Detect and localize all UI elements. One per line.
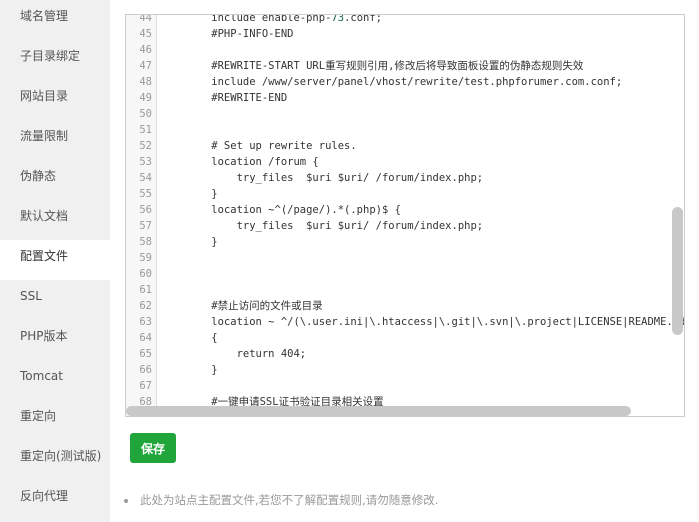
line-text: #REWRITE-END xyxy=(186,92,288,104)
sidebar-item[interactable]: PHP版本 xyxy=(0,320,110,360)
code-line: 59 xyxy=(126,250,684,266)
code-line: 65 return 404; xyxy=(126,346,684,362)
sidebar-item[interactable]: Tomcat xyxy=(0,360,110,400)
code-line: 52 # Set up rewrite rules. xyxy=(126,138,684,154)
line-number: 46 xyxy=(139,44,152,56)
line-number: 49 xyxy=(139,92,152,104)
code-line: 48 include /www/server/panel/vhost/rewri… xyxy=(126,74,684,90)
code-line: 47 #REWRITE-START URL重写规则引用,修改后将导致面板设置的伪… xyxy=(126,58,684,74)
line-text: } xyxy=(186,188,218,200)
sidebar-item[interactable]: SSL xyxy=(0,280,110,320)
line-number: 52 xyxy=(139,140,152,152)
sidebar-item[interactable]: 域名管理 xyxy=(0,0,110,40)
line-number: 48 xyxy=(139,76,152,88)
line-text: # Set up rewrite rules. xyxy=(186,140,357,152)
line-number: 45 xyxy=(139,28,152,40)
line-text: #REWRITE-START URL重写规则引用,修改后将导致面板设置的伪静态规… xyxy=(186,60,584,72)
vertical-scrollbar[interactable] xyxy=(672,207,683,335)
code-line: 64 { xyxy=(126,330,684,346)
code-line: 55 } xyxy=(126,186,684,202)
line-number: 57 xyxy=(139,220,152,232)
note-text: 此处为站点主配置文件,若您不了解配置规则,请勿随意修改. xyxy=(140,493,439,507)
sidebar-item[interactable]: 伪静态 xyxy=(0,160,110,200)
code-line: 62 #禁止访问的文件或目录 xyxy=(126,298,684,314)
line-number: 50 xyxy=(139,108,152,120)
line-text: #PHP-INFO-END xyxy=(186,28,294,40)
sidebar-item[interactable]: 反向代理 xyxy=(0,480,110,520)
line-text: include enable-php-73.conf; xyxy=(186,14,382,24)
sidebar-item[interactable]: 流量限制 xyxy=(0,120,110,160)
code-line: 54 try_files $uri $uri/ /forum/index.php… xyxy=(126,170,684,186)
code-line: 49 #REWRITE-END xyxy=(126,90,684,106)
code-line: 63 location ~ ^/(\.user.ini|\.htaccess|\… xyxy=(126,314,684,330)
line-text: location ~ ^/(\.user.ini|\.htaccess|\.gi… xyxy=(186,316,685,328)
horizontal-scrollbar[interactable] xyxy=(126,406,631,416)
code-line: 50 xyxy=(126,106,684,122)
code-line: 58 } xyxy=(126,234,684,250)
line-text: location /forum { xyxy=(186,156,319,168)
code-line: 53 location /forum { xyxy=(126,154,684,170)
code-line: 51 xyxy=(126,122,684,138)
sidebar: 域名管理 子目录绑定 网站目录 流量限制 伪静态 默认文档 配置文件 SSL PHP版本 Tomc… xyxy=(0,0,110,522)
sidebar-item[interactable]: 重定向(测试版) xyxy=(0,440,110,480)
config-editor[interactable]: 44 include enable-php-73.conf; 45 #PHP-IN… xyxy=(125,14,685,417)
code-line: 46 xyxy=(126,42,684,58)
code-line: 57 try_files $uri $uri/ /forum/index.php… xyxy=(126,218,684,234)
line-text: return 404; xyxy=(186,348,307,360)
line-number: 51 xyxy=(139,124,152,136)
line-number: 67 xyxy=(139,380,152,392)
line-text: try_files $uri $uri/ /forum/index.php; xyxy=(186,220,484,232)
line-number: 65 xyxy=(139,348,152,360)
line-text: { xyxy=(186,332,218,344)
line-text: location ~^(/page/).*(.php)$ { xyxy=(186,204,401,216)
sidebar-item[interactable]: 网站目录 xyxy=(0,80,110,120)
code-line: 61 xyxy=(126,282,684,298)
code-line: 45 #PHP-INFO-END xyxy=(126,26,684,42)
line-text: #禁止访问的文件或目录 xyxy=(186,300,323,312)
line-number: 53 xyxy=(139,156,152,168)
line-number: 58 xyxy=(139,236,152,248)
line-number: 60 xyxy=(139,268,152,280)
sidebar-item[interactable]: 子目录绑定 xyxy=(0,40,110,80)
sidebar-item[interactable]: 重定向 xyxy=(0,400,110,440)
line-number: 61 xyxy=(139,284,152,296)
line-number: 63 xyxy=(139,316,152,328)
code-line: 60 xyxy=(126,266,684,282)
line-number: 47 xyxy=(139,60,152,72)
line-text: } xyxy=(186,236,218,248)
line-text: include /www/server/panel/vhost/rewrite/… xyxy=(186,76,623,88)
line-number: 54 xyxy=(139,172,152,184)
sidebar-item[interactable]: 默认文档 xyxy=(0,200,110,240)
line-number: 64 xyxy=(139,332,152,344)
line-number: 59 xyxy=(139,252,152,264)
code-line: 44 include enable-php-73.conf; xyxy=(126,14,684,26)
line-text: } xyxy=(186,364,218,376)
line-number: 55 xyxy=(139,188,152,200)
line-text: try_files $uri $uri/ /forum/index.php; xyxy=(186,172,484,184)
code-line: 56 location ~^(/page/).*(.php)$ { xyxy=(126,202,684,218)
code-line: 66 } xyxy=(126,362,684,378)
code-lines[interactable]: 44 include enable-php-73.conf; 45 #PHP-IN… xyxy=(126,14,684,410)
line-number: 44 xyxy=(139,14,152,24)
sidebar-item[interactable]: 配置文件 xyxy=(0,240,110,280)
save-button[interactable]: 保存 xyxy=(130,433,176,463)
code-line: 67 xyxy=(126,378,684,394)
line-number: 62 xyxy=(139,300,152,312)
config-note: 此处为站点主配置文件,若您不了解配置规则,请勿随意修改. xyxy=(124,492,438,508)
line-number: 56 xyxy=(139,204,152,216)
line-number: 66 xyxy=(139,364,152,376)
bullet-icon xyxy=(124,498,128,503)
